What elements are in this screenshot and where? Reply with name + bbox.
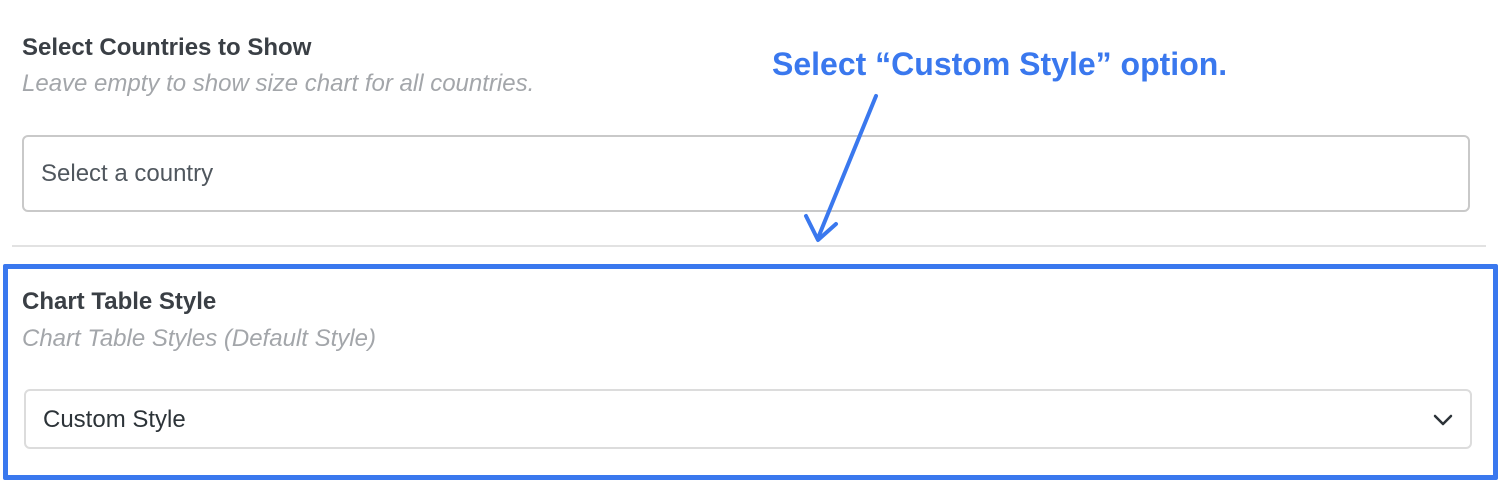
chevron-down-icon <box>1433 414 1453 426</box>
chart-table-style-label: Chart Table Style <box>22 288 217 315</box>
annotation-arrow-icon <box>804 94 878 242</box>
countries-hint: Leave empty to show size chart for all c… <box>22 70 535 97</box>
section-divider <box>12 245 1486 247</box>
style-select-value: Custom Style <box>43 406 186 433</box>
chart-table-style-hint: Chart Table Styles (Default Style) <box>22 325 376 352</box>
countries-section: Select Countries to Show Leave empty to … <box>0 0 1500 245</box>
country-select-input[interactable] <box>22 135 1470 212</box>
countries-label: Select Countries to Show <box>22 34 312 61</box>
annotation-instruction: Select “Custom Style” option. <box>772 46 1228 82</box>
settings-page: Select Countries to Show Leave empty to … <box>0 0 1500 504</box>
chart-table-style-select[interactable]: Custom Style <box>24 389 1472 449</box>
